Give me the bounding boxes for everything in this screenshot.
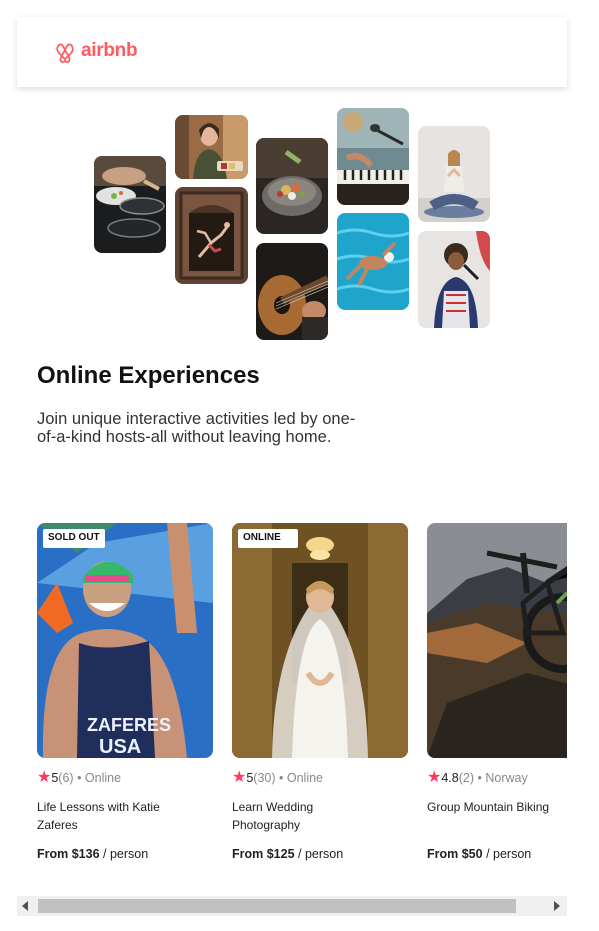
- card-location: • Norway: [477, 771, 528, 785]
- rating-score: 4.8: [441, 771, 459, 785]
- card-location: • Online: [77, 771, 122, 785]
- svg-text:ZAFERES: ZAFERES: [87, 715, 171, 735]
- card-title[interactable]: Group Mountain Biking: [427, 798, 567, 816]
- svg-text:USA: USA: [99, 736, 141, 758]
- scroll-left-arrow-icon[interactable]: [22, 901, 28, 911]
- collage-photo-cooking: [94, 156, 166, 253]
- collage-photo-swimmer: [337, 213, 409, 310]
- star-icon: ★: [37, 769, 52, 786]
- collage-photo-piano: [337, 108, 409, 205]
- page-subtitle: Join unique interactive activities led b…: [37, 410, 356, 446]
- review-count: (30): [253, 771, 276, 785]
- price-amount: From $50: [427, 847, 483, 861]
- card-title[interactable]: Learn Wedding Photography: [232, 798, 382, 834]
- card-price: From $125 / person: [232, 847, 343, 861]
- page-title: Online Experiences: [37, 362, 260, 389]
- star-icon: ★: [232, 769, 247, 786]
- collage-photo-woman: [175, 115, 248, 179]
- experience-carousel[interactable]: ZAFERES USA SOLD OUT ★5(6) • Online Life…: [37, 523, 567, 883]
- experience-card[interactable]: ONLINE ★5(30) • Online Learn Wedding Pho…: [232, 523, 408, 861]
- navbar: airbnb: [17, 17, 567, 87]
- card-photo-athlete[interactable]: ZAFERES USA SOLD OUT: [37, 523, 213, 758]
- experience-card[interactable]: ★4.8(2) • Norway Group Mountain Biking F…: [427, 523, 567, 861]
- card-title[interactable]: Life Lessons with Katie Zaferes: [37, 798, 187, 834]
- status-badge: SOLD OUT: [43, 529, 105, 548]
- airbnb-belo-icon: [56, 43, 74, 63]
- card-rating: ★5(30) • Online: [232, 767, 323, 787]
- card-price: From $50 / person: [427, 847, 531, 861]
- price-amount: From $125: [232, 847, 295, 861]
- collage-photo-guitar: [256, 243, 328, 340]
- card-location: • Online: [279, 771, 323, 785]
- status-badge: ONLINE: [238, 529, 298, 548]
- airbnb-logo-link[interactable]: airbnb: [53, 37, 138, 65]
- collage-photo-dancer: [175, 187, 248, 284]
- review-count: (6): [58, 771, 74, 785]
- card-rating: ★5(6) • Online: [37, 767, 121, 787]
- experience-card[interactable]: ZAFERES USA SOLD OUT ★5(6) • Online Life…: [37, 523, 213, 861]
- card-price: From $136 / person: [37, 847, 148, 861]
- price-unit: / person: [99, 847, 149, 861]
- brand-name: airbnb: [81, 40, 138, 61]
- price-unit: / person: [482, 847, 532, 861]
- horizontal-scrollbar[interactable]: [17, 896, 567, 916]
- star-icon: ★: [427, 769, 442, 786]
- price-unit: / person: [294, 847, 344, 861]
- collage-photo-yoga: [418, 126, 490, 222]
- scroll-right-arrow-icon[interactable]: [554, 901, 560, 911]
- collage-photo-food-bowl: [256, 138, 328, 234]
- card-photo-mountain-bike[interactable]: [427, 523, 567, 758]
- card-rating: ★4.8(2) • Norway: [427, 767, 528, 787]
- price-amount: From $136: [37, 847, 100, 861]
- review-count: (2): [458, 771, 475, 785]
- scrollbar-thumb[interactable]: [38, 899, 516, 913]
- collage-photo-singer: [418, 231, 490, 328]
- card-photo-bride[interactable]: ONLINE: [232, 523, 408, 758]
